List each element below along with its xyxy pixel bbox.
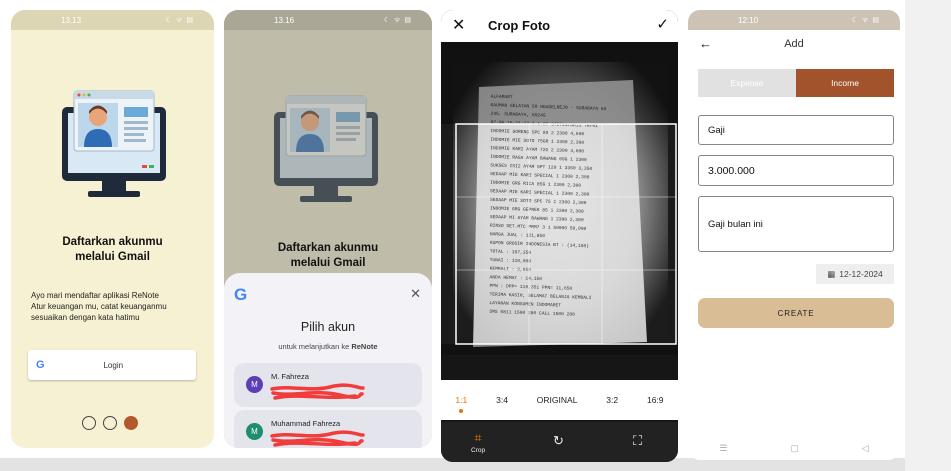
amount-value: 3.000.000 (708, 164, 755, 177)
rotate-icon: ↻ (553, 433, 564, 448)
page-title: Daftarkan akunmu melalui Gmail (11, 235, 214, 265)
page-dot-2[interactable] (103, 416, 117, 430)
note-value: Gaji bulan ini (708, 218, 763, 230)
rotate-tool[interactable]: ↻ (553, 433, 564, 449)
sheet-subtitle: untuk melanjutkan ke ReNote (224, 342, 432, 351)
fit-tool[interactable]: ⛶ (633, 433, 642, 449)
close-icon[interactable]: ✕ (452, 15, 465, 35)
ratio-original[interactable]: ORIGINAL (537, 395, 578, 405)
status-bar: 12:10 ☾ ᯤ ▤ (688, 10, 900, 30)
pagination-dots (82, 416, 138, 430)
ratio-16-9[interactable]: 16:9 (647, 395, 664, 405)
subtitle-text: untuk melanjutkan ke (278, 342, 352, 351)
page-title: Add (784, 38, 804, 50)
page-title: Daftarkan akunmu melalui Gmail (224, 241, 432, 271)
google-logo-icon: G (234, 285, 248, 304)
tab-expense[interactable]: Expense (698, 69, 796, 97)
account-item-1[interactable]: M M. Fahreza (234, 363, 422, 407)
computer-profile-illustration (274, 95, 378, 202)
sheet-title: Pilih akun (300, 320, 356, 334)
desc-line-1: Ayo mari mendaftar aplikasi ReNote (31, 291, 159, 300)
ratio-3-2[interactable]: 3:2 (606, 395, 618, 405)
title-line-2: melalui Gmail (290, 257, 366, 269)
desc-line-3: sesuaikan dengan kata hatimu (31, 313, 140, 322)
aspect-ratio-bar: 1:1 3:4 ORIGINAL 3:2 16:9 (441, 380, 678, 420)
status-time: 13.16 (274, 15, 295, 25)
add-transaction-screen: 12:10 ☾ ᯤ ▤ ← Add Expense Income Gaji 3.… (688, 10, 900, 460)
title-line-1: Daftarkan akunmu (277, 242, 379, 254)
crop-header: ✕ Crop Foto ✓ (441, 10, 678, 42)
redaction-scribble (270, 383, 365, 400)
date-picker[interactable]: ▦ 12-12-2024 (816, 264, 894, 284)
status-icons: ☾ ᯤ ▤ (165, 16, 194, 24)
status-icons: ☾ ᯤ ▤ (383, 16, 412, 24)
type-toggle: Expense Income (698, 69, 894, 97)
note-field[interactable]: Gaji bulan ini (698, 196, 894, 252)
account-picker-screen: 13.16 ☾ ᯤ ▤ Daftarkan akunmu melalui Gma… (224, 10, 432, 448)
receipt-photo[interactable]: ALFAMARTKAUMAN SELATAN 50 NGAGELREJO - S… (441, 42, 678, 355)
avatar: M (246, 423, 263, 440)
fit-frame-icon: ⛶ (633, 433, 643, 448)
description: Ayo mari mendaftar aplikasi ReNote Atur … (31, 290, 167, 323)
page-title: Crop Foto (488, 18, 551, 33)
page-dot-3[interactable] (124, 416, 138, 430)
home-icon[interactable]: ▢ (790, 443, 799, 454)
subtitle-app-name: ReNote (351, 342, 378, 351)
account-item-2[interactable]: M Muhammad Fahreza (234, 410, 422, 448)
category-value: Gaji (708, 124, 725, 136)
crop-label: Crop (471, 447, 486, 454)
avatar: M (246, 376, 263, 393)
crop-icon: ⌗ (474, 430, 482, 445)
redaction-scribble (270, 430, 365, 447)
system-nav-bar: ☰ ▢ ◁ (688, 437, 900, 460)
status-bar: 13.16 ☾ ᯤ ▤ (224, 10, 432, 30)
computer-profile-illustration (62, 90, 166, 197)
recent-apps-icon[interactable]: ☰ (719, 443, 727, 454)
login-button[interactable]: G Login (28, 350, 196, 380)
google-icon: G (36, 359, 45, 371)
tab-income[interactable]: Income (796, 69, 894, 97)
crop-photo-screen: ✕ Crop Foto ✓ ALFAMART KAUMAN SELATAN 50 … (441, 10, 678, 462)
status-time: 12:10 (738, 15, 759, 25)
ratio-3-4[interactable]: 3:4 (496, 395, 508, 405)
create-button[interactable]: CREATE (698, 298, 894, 328)
crop-tool[interactable]: ⌗ Crop (471, 430, 485, 454)
title-line-1: Daftarkan akunmu (62, 236, 163, 248)
amount-field[interactable]: 3.000.000 (698, 155, 894, 186)
page-dot-1[interactable] (82, 416, 96, 430)
account-name: Muhammad Fahreza (271, 419, 341, 428)
status-icons: ☾ ᯤ ▤ (851, 16, 880, 24)
calendar-icon: ▦ (827, 268, 836, 279)
category-field[interactable]: Gaji (698, 115, 894, 145)
confirm-check-icon[interactable]: ✓ (656, 15, 669, 33)
date-value: 12-12-2024 (839, 269, 883, 279)
crop-toolbar: ⌗ Crop ↻ ⛶ (441, 422, 678, 462)
status-bar: 13.13 ☾ ᯤ ▤ (11, 10, 214, 30)
onboarding-screen: 13.13 ☾ ᯤ ▤ Daftarkan akunmu melalui Gma… (11, 10, 214, 448)
login-label: Login (103, 360, 124, 370)
back-icon[interactable]: ◁ (862, 443, 869, 454)
background-right (905, 0, 951, 471)
title-line-2: melalui Gmail (75, 251, 150, 263)
status-time: 13.13 (61, 15, 82, 25)
ratio-1-1[interactable]: 1:1 (455, 395, 467, 413)
close-icon[interactable]: ✕ (410, 286, 421, 302)
account-name: M. Fahreza (271, 372, 309, 381)
account-chooser-sheet: G ✕ Pilih akun untuk melanjutkan ke ReNo… (224, 273, 432, 448)
desc-line-2: Atur keuangan mu, catat keuanganmu (31, 302, 167, 311)
